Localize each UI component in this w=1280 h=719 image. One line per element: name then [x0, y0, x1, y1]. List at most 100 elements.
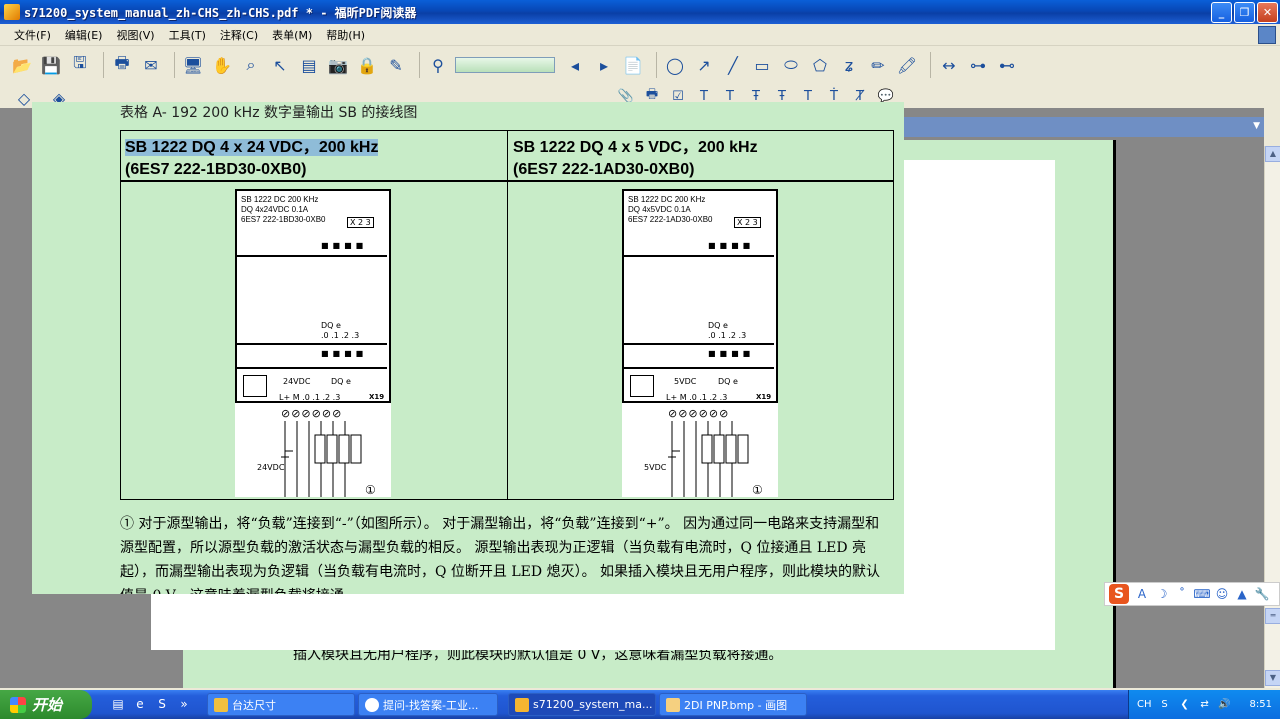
module-label-line: SB 1222 DC 200 KHz — [241, 195, 319, 204]
menu-view[interactable]: 视图(V) — [116, 27, 154, 43]
perimeter-icon[interactable]: ⊶ — [966, 53, 990, 77]
task-pdf-reader[interactable]: s71200_system_ma... — [508, 693, 656, 716]
line-icon[interactable]: ╱ — [721, 53, 745, 77]
task-paint[interactable]: 2DI PNP.bmp - 画图 — [659, 693, 807, 716]
find-prev-icon[interactable]: ◂ — [563, 53, 587, 77]
ime-punct-icon[interactable]: ˚ — [1175, 587, 1189, 601]
foxit-icon — [515, 697, 529, 712]
mdi-restore-icon[interactable] — [1258, 26, 1276, 44]
chevron-down-icon[interactable]: ▼ — [1253, 121, 1260, 131]
column-header-2: SB 1222 DQ 4 x 5 VDC，200 kHz (6ES7 222-1… — [513, 137, 758, 181]
menu-tools[interactable]: 工具(T) — [169, 27, 206, 43]
connector-label: X 2 3 — [734, 217, 761, 228]
find-input[interactable] — [455, 57, 555, 73]
ime-moon-icon[interactable]: ☽ — [1155, 587, 1169, 601]
screen-icon[interactable]: 🖥 — [181, 53, 205, 77]
distance-icon[interactable]: ↔ — [937, 53, 961, 77]
snapshot-icon[interactable]: 📷 — [326, 53, 350, 77]
text-select-icon[interactable]: ▤ — [297, 53, 321, 77]
scroll-down-button[interactable]: ▼ — [1265, 670, 1280, 686]
voltage-label: 5VDC — [674, 377, 697, 386]
clock: 8:51 — [1249, 699, 1272, 710]
close-button[interactable]: ✕ — [1257, 2, 1278, 23]
oval-icon[interactable]: ◯ — [663, 53, 687, 77]
language-indicator[interactable]: CH — [1137, 699, 1152, 710]
network-icon[interactable]: ⇄ — [1198, 698, 1212, 712]
module-label: SB 1222 DC 200 KHz DQ 4x5VDC 0.1A 6ES7 2… — [628, 195, 713, 225]
hand-icon[interactable]: ✋ — [210, 53, 234, 77]
binoculars-icon[interactable]: ⚲ — [426, 53, 450, 77]
scroll-split-button[interactable]: ═ — [1265, 608, 1280, 624]
menu-form[interactable]: 表单(M) — [272, 27, 312, 43]
more-chevron-icon[interactable]: » — [176, 696, 192, 712]
polygon-icon[interactable]: ⬠ — [808, 53, 832, 77]
open-icon[interactable]: 📂 — [10, 53, 34, 77]
ime-keyboard-icon[interactable]: ⌨ — [1193, 587, 1210, 601]
part-number: (6ES7 222-1AD30-0XB0) — [513, 161, 695, 178]
module-divider — [235, 367, 387, 369]
tray-arrow-icon[interactable]: ❮ — [1178, 698, 1192, 712]
connector-id: X19 — [369, 393, 385, 401]
maximize-button[interactable]: ❐ — [1234, 2, 1255, 23]
zoom-icon[interactable]: ⌕ — [239, 53, 263, 77]
highlighter-icon[interactable]: 🖍 — [895, 53, 919, 77]
save-as-icon[interactable]: 🖫 — [68, 53, 92, 77]
title-bar: s71200_system_manual_zh-CHS_zh-CHS.pdf *… — [0, 0, 1280, 24]
find-next-icon[interactable]: ▸ — [592, 53, 616, 77]
pencil-icon[interactable]: ✏ — [866, 53, 890, 77]
cloud-icon[interactable]: ʑ — [837, 53, 861, 77]
email-icon[interactable]: ✉ — [139, 53, 163, 77]
task-folder[interactable]: 台达尺寸 — [207, 693, 355, 716]
task-browser[interactable]: 提问-找答案-工业... — [358, 693, 498, 716]
module-label-line: SB 1222 DC 200 KHz — [628, 195, 706, 204]
task-label: 提问-找答案-工业... — [383, 698, 479, 712]
start-button[interactable]: 开始 — [0, 690, 92, 719]
volume-icon[interactable]: 🔊 — [1218, 698, 1232, 712]
vertical-scrollbar[interactable]: ▲ ═ ▼ — [1264, 146, 1280, 688]
module-diagram-24vdc: SB 1222 DC 200 KHz DQ 4x24VDC 0.1A 6ES7 … — [235, 189, 391, 497]
quick-launch: ▤ e S » — [110, 696, 192, 712]
print-icon[interactable]: 🖶 — [110, 53, 134, 77]
connector-id: X19 — [756, 393, 772, 401]
footnote-text: ① 对于源型输出，将“负载”连接到“-”（如图所示）。 对于漏型输出，将“负载”… — [120, 516, 881, 594]
ime-user-icon[interactable]: ☺ — [1215, 587, 1229, 601]
terminal-labels: L+ M .0 .1 .2 .3 — [279, 393, 341, 402]
ellipse-icon[interactable]: ⬭ — [779, 53, 803, 77]
ime-skin-icon[interactable]: ▲ — [1235, 587, 1249, 601]
sogou-browser-icon[interactable]: S — [154, 696, 170, 712]
toolbar-separator — [656, 52, 657, 78]
area-icon[interactable]: ⊷ — [995, 53, 1019, 77]
sogou-logo-icon[interactable]: S — [1109, 584, 1129, 604]
rectangle-icon[interactable]: ▭ — [750, 53, 774, 77]
ie-icon[interactable]: e — [132, 696, 148, 712]
scroll-up-button[interactable]: ▲ — [1265, 146, 1280, 162]
folder-icon — [214, 697, 228, 712]
menu-file[interactable]: 文件(F) — [14, 27, 51, 43]
ime-toolbar[interactable]: S A ☽ ˚ ⌨ ☺ ▲ 🔧 — [1104, 582, 1280, 606]
note-icon[interactable]: 📄 — [621, 53, 645, 77]
menu-edit[interactable]: 编辑(E) — [65, 27, 103, 43]
save-icon[interactable]: 💾 — [39, 53, 63, 77]
selected-text[interactable]: SB 1222 DQ 4 x 24 VDC，200 kHz — [125, 139, 379, 156]
terminal-labels: L+ M .0 .1 .2 .3 — [666, 393, 728, 402]
ime-settings-icon[interactable]: 🔧 — [1255, 587, 1270, 601]
sogou-tray-icon[interactable]: S — [1158, 698, 1172, 712]
foxit-app-icon[interactable] — [4, 4, 20, 20]
ime-mode-icon[interactable]: A — [1135, 587, 1149, 601]
footnote-marker: ① — [752, 483, 763, 497]
toolbar-separator — [174, 52, 175, 78]
minimize-button[interactable]: _ — [1211, 2, 1232, 23]
led-row: ■■■■ — [708, 241, 755, 250]
toolbar-separator — [103, 52, 104, 78]
rms-icon[interactable]: 🔒 — [355, 53, 379, 77]
taskbar: 开始 ▤ e S » 台达尺寸 提问-找答案-工业... s71200_syst… — [0, 690, 1280, 719]
module-divider — [235, 255, 387, 257]
notepad-icon[interactable]: ▤ — [110, 696, 126, 712]
dq-label: DQ e — [718, 377, 738, 386]
arrow-icon[interactable]: ↗ — [692, 53, 716, 77]
menu-comment[interactable]: 注释(C) — [220, 27, 258, 43]
terminal-screws: ⊘⊘⊘⊘⊘⊘ — [281, 407, 343, 420]
menu-help[interactable]: 帮助(H) — [326, 27, 365, 43]
select-icon[interactable]: ↖ — [268, 53, 292, 77]
pen-icon[interactable]: ✎ — [384, 53, 408, 77]
